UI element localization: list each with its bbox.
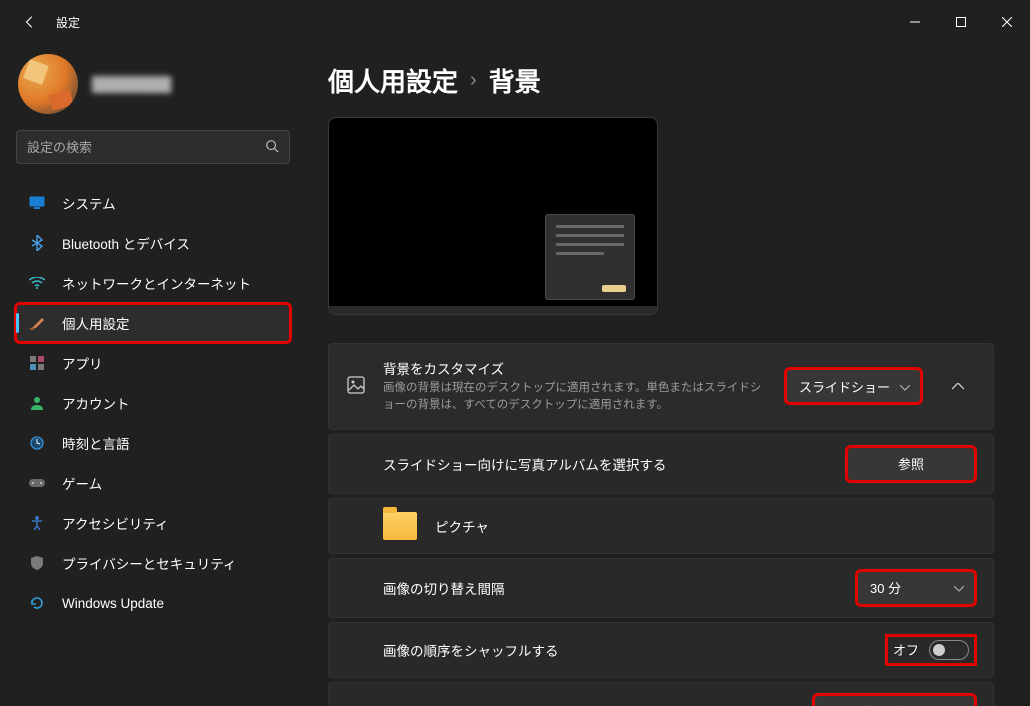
shuffle-toggle-group: オフ <box>887 636 975 664</box>
titlebar: 設定 <box>0 0 1030 44</box>
chevron-down-icon <box>954 580 964 595</box>
row-title: デスクトップ画像に合うものを選択 <box>383 702 798 706</box>
update-icon <box>28 594 46 612</box>
breadcrumb: 個人用設定 › 背景 <box>328 62 994 99</box>
button-label: 参照 <box>898 454 924 473</box>
sidebar-item-privacy[interactable]: プライバシーとセキュリティ <box>16 544 290 582</box>
back-button[interactable] <box>18 10 42 34</box>
sidebar-item-label: アプリ <box>62 353 103 373</box>
folder-icon <box>383 512 417 540</box>
sidebar-item-update[interactable]: Windows Update <box>16 584 290 622</box>
paintbrush-icon <box>28 314 46 332</box>
row-select-album: スライドショー向けに写真アルバムを選択する 参照 <box>328 434 994 494</box>
expand-toggle[interactable] <box>941 369 975 403</box>
chevron-right-icon: › <box>470 69 477 92</box>
bluetooth-icon <box>28 234 46 252</box>
chevron-down-icon <box>900 379 910 394</box>
close-button[interactable] <box>984 0 1030 44</box>
clock-globe-icon <box>28 434 46 452</box>
sidebar-item-label: ネットワークとインターネット <box>62 273 251 293</box>
desktop-preview <box>328 117 658 315</box>
interval-dropdown[interactable]: 30 分 <box>857 571 975 605</box>
search-icon <box>265 139 279 156</box>
folder-name: ピクチャ <box>435 516 489 536</box>
row-subtitle: 画像の背景は現在のデスクトップに適用されます。単色またはスライドショーの背景は、… <box>383 380 770 415</box>
search-input[interactable] <box>27 140 265 155</box>
sidebar-item-network[interactable]: ネットワークとインターネット <box>16 264 290 302</box>
sidebar-item-label: Windows Update <box>62 596 164 611</box>
dropdown-value: ページ幅に合わせる <box>827 702 944 706</box>
shield-icon <box>28 554 46 572</box>
main-panel: 個人用設定 › 背景 背景をカスタマイズ <box>300 44 1030 706</box>
row-shuffle: 画像の順序をシャッフルする オフ <box>328 622 994 678</box>
breadcrumb-current: 背景 <box>489 62 541 99</box>
sidebar-item-bluetooth[interactable]: Bluetooth とデバイス <box>16 224 290 262</box>
username: ████████ <box>92 76 171 92</box>
maximize-button[interactable] <box>938 0 984 44</box>
sidebar-item-gaming[interactable]: ゲーム <box>16 464 290 502</box>
fit-dropdown[interactable]: ページ幅に合わせる <box>814 695 975 706</box>
sidebar: ████████ システム Bluetooth とデバイス <box>0 44 300 706</box>
accessibility-icon <box>28 514 46 532</box>
sidebar-item-system[interactable]: システム <box>16 184 290 222</box>
preview-sample-window <box>545 214 635 300</box>
dropdown-value: 30 分 <box>870 578 901 597</box>
sidebar-item-personalization[interactable]: 個人用設定 <box>16 304 290 342</box>
row-selected-folder[interactable]: ピクチャ <box>328 498 994 554</box>
shuffle-toggle[interactable] <box>929 640 969 660</box>
dropdown-value: スライドショー <box>799 377 890 396</box>
image-icon <box>347 376 367 396</box>
wifi-icon <box>28 274 46 292</box>
toggle-state-label: オフ <box>893 640 919 659</box>
row-title: 画像の切り替え間隔 <box>383 578 841 598</box>
search-box[interactable] <box>16 130 290 164</box>
monitor-icon <box>28 194 46 212</box>
gamepad-icon <box>28 474 46 492</box>
sidebar-item-label: システム <box>62 193 116 213</box>
sidebar-item-accounts[interactable]: アカウント <box>16 384 290 422</box>
row-customize-background[interactable]: 背景をカスタマイズ 画像の背景は現在のデスクトップに適用されます。単色またはスラ… <box>329 344 993 429</box>
window-title: 設定 <box>56 14 80 31</box>
minimize-button[interactable] <box>892 0 938 44</box>
avatar <box>18 54 78 114</box>
user-block[interactable]: ████████ <box>16 50 290 118</box>
row-title: スライドショー向けに写真アルバムを選択する <box>383 454 831 474</box>
sidebar-item-accessibility[interactable]: アクセシビリティ <box>16 504 290 542</box>
background-mode-dropdown[interactable]: スライドショー <box>786 369 921 403</box>
row-interval: 画像の切り替え間隔 30 分 <box>328 558 994 618</box>
breadcrumb-parent[interactable]: 個人用設定 <box>328 62 458 99</box>
sidebar-item-time-lang[interactable]: 時刻と言語 <box>16 424 290 462</box>
person-icon <box>28 394 46 412</box>
sidebar-item-label: Bluetooth とデバイス <box>62 233 190 253</box>
sidebar-item-label: 時刻と言語 <box>62 433 130 453</box>
row-title: 背景をカスタマイズ <box>383 358 770 378</box>
browse-button[interactable]: 参照 <box>847 447 975 481</box>
sidebar-item-label: アクセシビリティ <box>62 513 169 533</box>
row-title: 画像の順序をシャッフルする <box>383 640 871 660</box>
sidebar-item-apps[interactable]: アプリ <box>16 344 290 382</box>
sidebar-item-label: 個人用設定 <box>62 313 130 333</box>
row-fit: デスクトップ画像に合うものを選択 ページ幅に合わせる <box>328 682 994 706</box>
apps-icon <box>28 354 46 372</box>
sidebar-item-label: ゲーム <box>62 473 102 493</box>
sidebar-item-label: アカウント <box>62 393 130 413</box>
sidebar-item-label: プライバシーとセキュリティ <box>62 553 236 573</box>
